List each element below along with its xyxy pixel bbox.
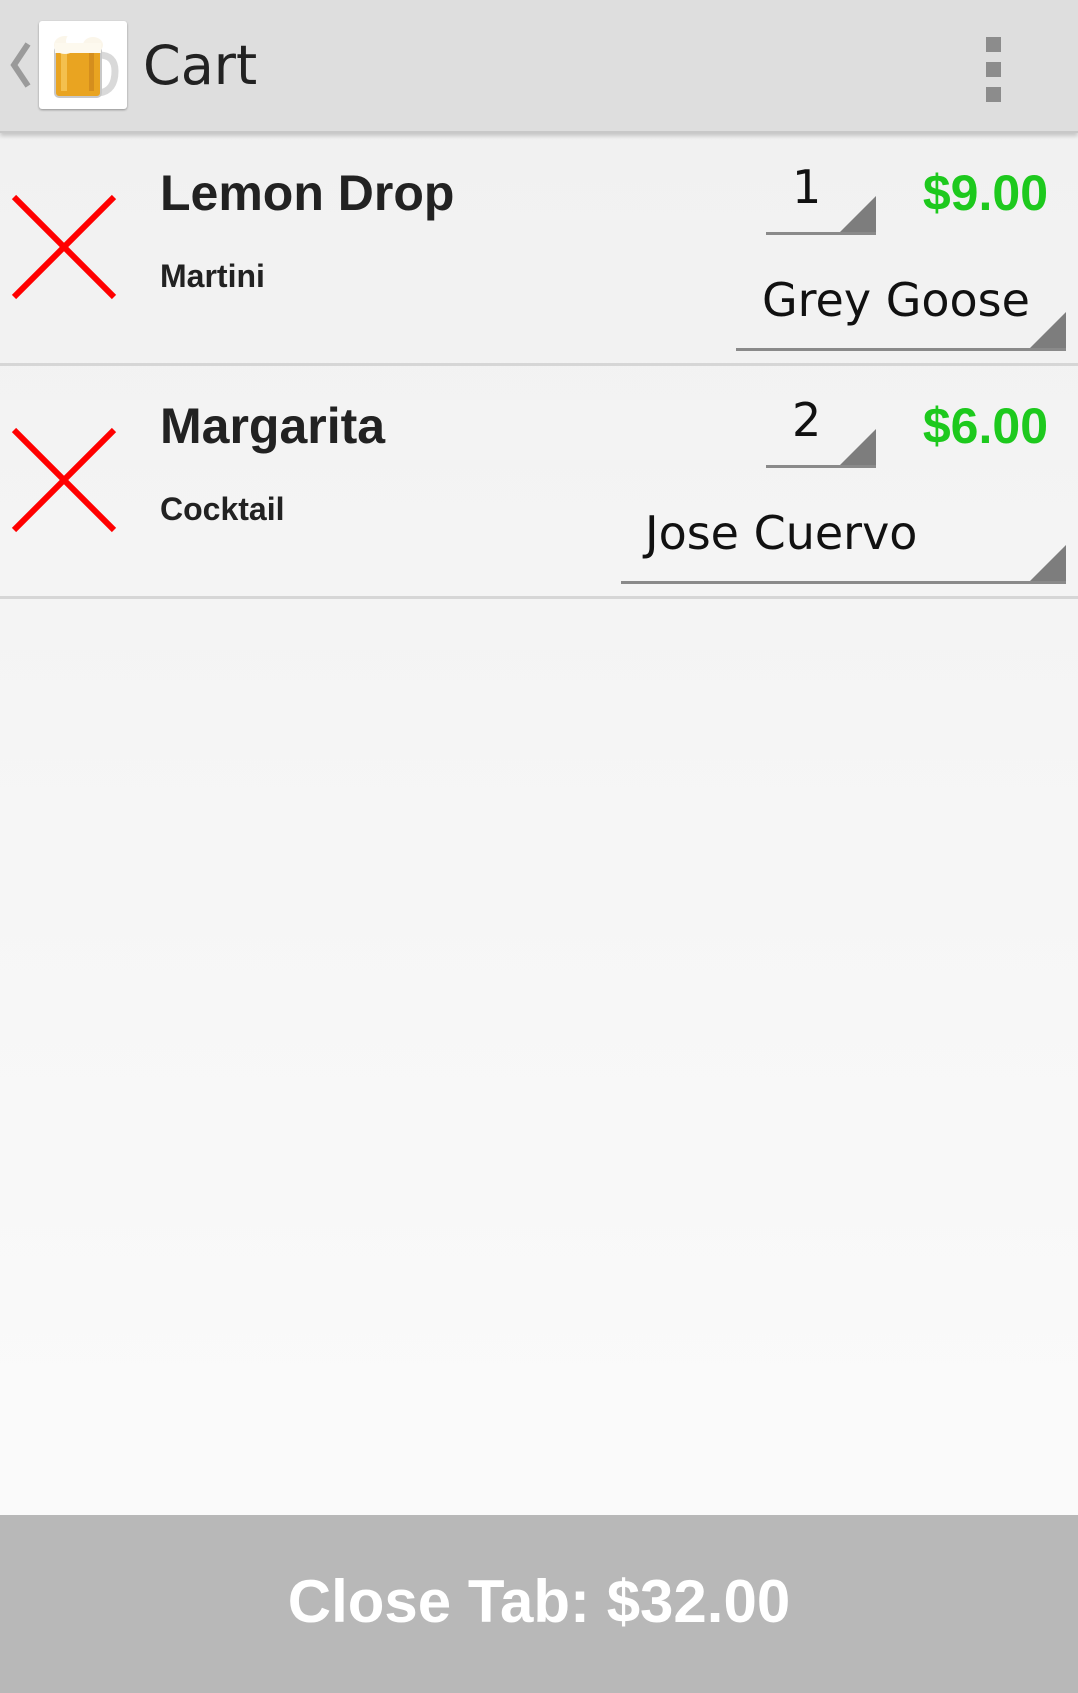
item-category: Cocktail <box>160 491 285 527</box>
item-price: $9.00 <box>922 165 1048 221</box>
item-name: Margarita <box>160 398 386 454</box>
dropdown-arrow-icon <box>1030 545 1066 581</box>
item-price: $6.00 <box>922 398 1048 454</box>
liquor-spinner[interactable]: Grey Goose <box>736 258 1066 351</box>
close-tab-label: Close Tab: $32.00 <box>287 1568 791 1635</box>
liquor-value: Jose Cuervo <box>645 506 918 560</box>
liquor-value: Grey Goose <box>762 273 1030 327</box>
red-x-icon <box>11 427 117 533</box>
quantity-spinner[interactable]: 1 <box>766 153 876 235</box>
remove-item-button[interactable] <box>10 426 118 534</box>
quantity-value: 1 <box>792 160 822 214</box>
chevron-left-icon <box>10 42 31 88</box>
overflow-dot <box>986 87 1001 102</box>
up-button[interactable] <box>0 0 130 131</box>
action-bar: Cart <box>0 0 1078 133</box>
dropdown-arrow-icon <box>1030 312 1066 348</box>
remove-item-button[interactable] <box>10 193 118 301</box>
dropdown-arrow-icon <box>840 196 876 232</box>
cart-list: Lemon Drop Martini 1 $9.00 Grey Goose Ma… <box>0 133 1078 599</box>
quantity-value: 2 <box>792 393 822 447</box>
close-tab-button[interactable]: Close Tab: $32.00 <box>0 1515 1078 1693</box>
cart-item-row: Lemon Drop Martini 1 $9.00 Grey Goose <box>0 133 1078 366</box>
item-name: Lemon Drop <box>160 165 455 221</box>
overflow-dot <box>986 62 1001 77</box>
liquor-spinner[interactable]: Jose Cuervo <box>621 491 1066 584</box>
item-category: Martini <box>160 258 265 294</box>
quantity-spinner[interactable]: 2 <box>766 386 876 468</box>
page-title: Cart <box>143 34 258 97</box>
cart-item-row: Margarita Cocktail 2 $6.00 Jose Cuervo <box>0 366 1078 599</box>
overflow-menu-icon[interactable] <box>965 25 1025 105</box>
beer-mug-icon <box>39 21 127 109</box>
overflow-dot <box>986 37 1001 52</box>
dropdown-arrow-icon <box>840 429 876 465</box>
red-x-icon <box>11 194 117 300</box>
